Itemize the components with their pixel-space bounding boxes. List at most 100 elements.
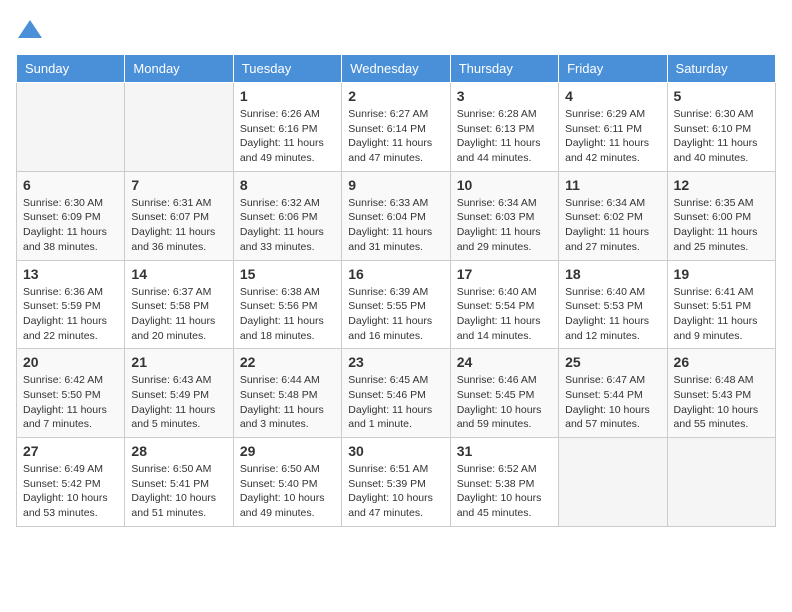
calendar-day-cell: 10 Sunrise: 6:34 AMSunset: 6:03 PMDayligh… [450, 171, 558, 260]
day-info: Sunrise: 6:35 AMSunset: 6:00 PMDaylight:… [674, 196, 769, 255]
day-info: Sunrise: 6:28 AMSunset: 6:13 PMDaylight:… [457, 107, 552, 166]
calendar-day-cell: 27Sunrise: 6:49 AMSunset: 5:42 PMDayligh… [17, 438, 125, 527]
day-of-week-header: Saturday [667, 55, 775, 83]
calendar-day-cell: 16 Sunrise: 6:39 AMSunset: 5:55 PMDayligh… [342, 260, 450, 349]
calendar-week-row: 27Sunrise: 6:49 AMSunset: 5:42 PMDayligh… [17, 438, 776, 527]
logo-icon [16, 16, 44, 44]
day-info: Sunrise: 6:37 AMSunset: 5:58 PMDaylight:… [131, 285, 226, 344]
calendar-day-cell [17, 83, 125, 172]
calendar-day-cell: 9 Sunrise: 6:33 AMSunset: 6:04 PMDaylight… [342, 171, 450, 260]
day-info: Sunrise: 6:33 AMSunset: 6:04 PMDaylight:… [348, 196, 443, 255]
day-number: 9 [348, 177, 443, 193]
calendar-day-cell: 5Sunrise: 6:30 AMSunset: 6:10 PMDaylight… [667, 83, 775, 172]
day-info: Sunrise: 6:29 AMSunset: 6:11 PMDaylight:… [565, 107, 660, 166]
day-info: Sunrise: 6:51 AMSunset: 5:39 PMDaylight:… [348, 462, 443, 521]
calendar-day-cell: 12 Sunrise: 6:35 AMSunset: 6:00 PMDayligh… [667, 171, 775, 260]
calendar-day-cell: 2 Sunrise: 6:27 AMSunset: 6:14 PMDaylight… [342, 83, 450, 172]
day-of-week-header: Sunday [17, 55, 125, 83]
calendar-day-cell: 21 Sunrise: 6:43 AMSunset: 5:49 PMDayligh… [125, 349, 233, 438]
day-number: 12 [674, 177, 769, 193]
calendar-day-cell: 24 Sunrise: 6:46 AMSunset: 5:45 PMDayligh… [450, 349, 558, 438]
day-info: Sunrise: 6:44 AMSunset: 5:48 PMDaylight:… [240, 373, 335, 432]
calendar-week-row: 1Sunrise: 6:26 AMSunset: 6:16 PMDaylight… [17, 83, 776, 172]
calendar-day-cell: 8 Sunrise: 6:32 AMSunset: 6:06 PMDaylight… [233, 171, 341, 260]
day-number: 28 [131, 443, 226, 459]
day-info: Sunrise: 6:36 AMSunset: 5:59 PMDaylight:… [23, 285, 118, 344]
day-number: 15 [240, 266, 335, 282]
calendar-day-cell: 14 Sunrise: 6:37 AMSunset: 5:58 PMDayligh… [125, 260, 233, 349]
calendar-day-cell: 17 Sunrise: 6:40 AMSunset: 5:54 PMDayligh… [450, 260, 558, 349]
day-of-week-header: Monday [125, 55, 233, 83]
day-number: 4 [565, 88, 660, 104]
day-number: 11 [565, 177, 660, 193]
day-info: Sunrise: 6:40 AMSunset: 5:53 PMDaylight:… [565, 285, 660, 344]
day-info: Sunrise: 6:46 AMSunset: 5:45 PMDaylight:… [457, 373, 552, 432]
day-info: Sunrise: 6:45 AMSunset: 5:46 PMDaylight:… [348, 373, 443, 432]
day-number: 14 [131, 266, 226, 282]
day-number: 5 [674, 88, 769, 104]
calendar-day-cell: 6 Sunrise: 6:30 AMSunset: 6:09 PMDaylight… [17, 171, 125, 260]
calendar-day-cell: 28 Sunrise: 6:50 AMSunset: 5:41 PMDayligh… [125, 438, 233, 527]
calendar-day-cell: 13 Sunrise: 6:36 AMSunset: 5:59 PMDayligh… [17, 260, 125, 349]
calendar-week-row: 20 Sunrise: 6:42 AMSunset: 5:50 PMDayligh… [17, 349, 776, 438]
calendar-day-cell: 11 Sunrise: 6:34 AMSunset: 6:02 PMDayligh… [559, 171, 667, 260]
day-info: Sunrise: 6:48 AMSunset: 5:43 PMDaylight:… [674, 373, 769, 432]
day-info: Sunrise: 6:47 AMSunset: 5:44 PMDaylight:… [565, 373, 660, 432]
day-info: Sunrise: 6:40 AMSunset: 5:54 PMDaylight:… [457, 285, 552, 344]
day-info: Sunrise: 6:30 AMSunset: 6:09 PMDaylight:… [23, 196, 118, 255]
calendar-day-cell: 18Sunrise: 6:40 AMSunset: 5:53 PMDayligh… [559, 260, 667, 349]
calendar-day-cell: 26 Sunrise: 6:48 AMSunset: 5:43 PMDayligh… [667, 349, 775, 438]
day-number: 20 [23, 354, 118, 370]
calendar-day-cell: 20 Sunrise: 6:42 AMSunset: 5:50 PMDayligh… [17, 349, 125, 438]
calendar-day-cell: 31 Sunrise: 6:52 AMSunset: 5:38 PMDayligh… [450, 438, 558, 527]
calendar-day-cell: 15 Sunrise: 6:38 AMSunset: 5:56 PMDayligh… [233, 260, 341, 349]
day-info: Sunrise: 6:50 AMSunset: 5:40 PMDaylight:… [240, 462, 335, 521]
day-number: 6 [23, 177, 118, 193]
day-info: Sunrise: 6:39 AMSunset: 5:55 PMDaylight:… [348, 285, 443, 344]
day-info: Sunrise: 6:34 AMSunset: 6:03 PMDaylight:… [457, 196, 552, 255]
day-number: 19 [674, 266, 769, 282]
calendar-day-cell: 4 Sunrise: 6:29 AMSunset: 6:11 PMDaylight… [559, 83, 667, 172]
day-info: Sunrise: 6:43 AMSunset: 5:49 PMDaylight:… [131, 373, 226, 432]
day-info: Sunrise: 6:34 AMSunset: 6:02 PMDaylight:… [565, 196, 660, 255]
calendar-day-cell: 30Sunrise: 6:51 AMSunset: 5:39 PMDayligh… [342, 438, 450, 527]
day-of-week-header: Tuesday [233, 55, 341, 83]
calendar-table: SundayMondayTuesdayWednesdayThursdayFrid… [16, 54, 776, 527]
day-info: Sunrise: 6:42 AMSunset: 5:50 PMDaylight:… [23, 373, 118, 432]
calendar-day-cell: 3Sunrise: 6:28 AMSunset: 6:13 PMDaylight… [450, 83, 558, 172]
day-number: 21 [131, 354, 226, 370]
day-of-week-header: Thursday [450, 55, 558, 83]
day-number: 10 [457, 177, 552, 193]
logo [16, 16, 48, 44]
day-number: 8 [240, 177, 335, 193]
day-number: 2 [348, 88, 443, 104]
day-info: Sunrise: 6:49 AMSunset: 5:42 PMDaylight:… [23, 462, 118, 521]
day-info: Sunrise: 6:27 AMSunset: 6:14 PMDaylight:… [348, 107, 443, 166]
day-of-week-header: Wednesday [342, 55, 450, 83]
day-info: Sunrise: 6:26 AMSunset: 6:16 PMDaylight:… [240, 107, 335, 166]
day-info: Sunrise: 6:41 AMSunset: 5:51 PMDaylight:… [674, 285, 769, 344]
day-number: 13 [23, 266, 118, 282]
day-number: 26 [674, 354, 769, 370]
day-number: 23 [348, 354, 443, 370]
day-info: Sunrise: 6:31 AMSunset: 6:07 PMDaylight:… [131, 196, 226, 255]
day-number: 17 [457, 266, 552, 282]
day-number: 29 [240, 443, 335, 459]
day-info: Sunrise: 6:50 AMSunset: 5:41 PMDaylight:… [131, 462, 226, 521]
day-info: Sunrise: 6:38 AMSunset: 5:56 PMDaylight:… [240, 285, 335, 344]
day-number: 16 [348, 266, 443, 282]
page-header [16, 16, 776, 44]
calendar-day-cell: 19 Sunrise: 6:41 AMSunset: 5:51 PMDayligh… [667, 260, 775, 349]
day-number: 31 [457, 443, 552, 459]
calendar-day-cell [559, 438, 667, 527]
calendar-day-cell: 25 Sunrise: 6:47 AMSunset: 5:44 PMDayligh… [559, 349, 667, 438]
calendar-day-cell [125, 83, 233, 172]
day-number: 24 [457, 354, 552, 370]
calendar-week-row: 13 Sunrise: 6:36 AMSunset: 5:59 PMDayligh… [17, 260, 776, 349]
calendar-day-cell [667, 438, 775, 527]
day-of-week-header: Friday [559, 55, 667, 83]
day-number: 25 [565, 354, 660, 370]
day-info: Sunrise: 6:52 AMSunset: 5:38 PMDaylight:… [457, 462, 552, 521]
day-info: Sunrise: 6:32 AMSunset: 6:06 PMDaylight:… [240, 196, 335, 255]
calendar-day-cell: 29 Sunrise: 6:50 AMSunset: 5:40 PMDayligh… [233, 438, 341, 527]
